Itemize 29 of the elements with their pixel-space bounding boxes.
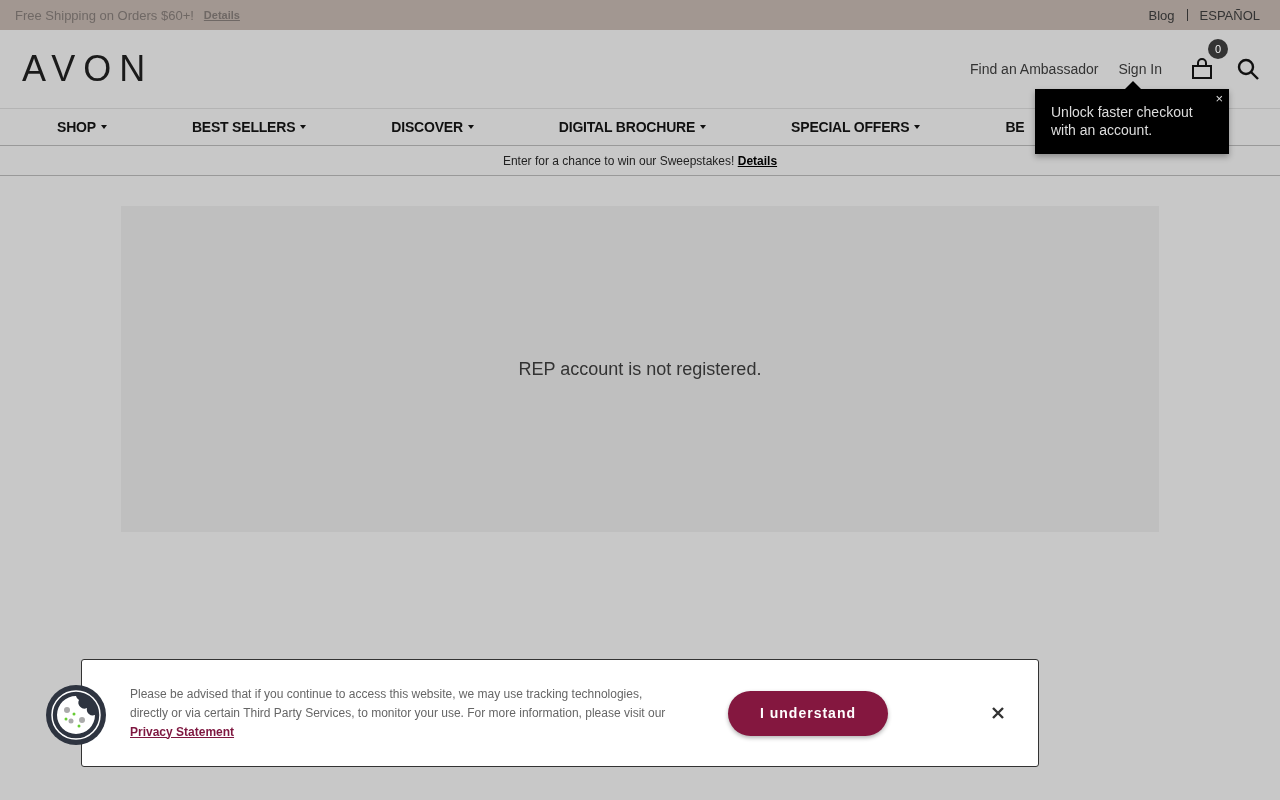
sweepstakes-text: Enter for a chance to win our Sweepstakes! Details <box>502 153 778 168</box>
nav-menu-item[interactable]: BEST SELLERS <box>191 119 307 135</box>
close-button[interactable]: × <box>1215 91 1223 106</box>
details-link[interactable]: Details <box>737 153 778 168</box>
shopping-bag-icon[interactable] <box>1190 57 1214 81</box>
nav-menu-item[interactable]: SHOP <box>57 119 107 135</box>
cart-count-badge: 0 <box>1208 39 1228 59</box>
caret-icon <box>914 125 921 129</box>
cookie-notice-text: Please be advised that if you continue to access this website, we may use tracking technologies, directly or via certain Third Party Services, to monitor your use. For more information, please visit our Privacy Statement <box>130 685 667 741</box>
close-icon[interactable] <box>992 707 1004 719</box>
privacy-statement-link[interactable]: Privacy Statement <box>130 724 235 739</box>
tooltip-text: Unlock faster checkout with an account. <box>1051 103 1194 139</box>
header-link[interactable]: Sign In <box>1118 61 1162 77</box>
search-icon[interactable] <box>1236 57 1260 81</box>
top-link[interactable]: Blog <box>1148 7 1175 23</box>
top-link[interactable]: ESPAÑOL <box>1199 7 1260 23</box>
header-link[interactable]: Find an Ambassador <box>970 61 1099 77</box>
understand-button[interactable]: I understand <box>728 690 888 736</box>
caret-icon <box>700 125 707 129</box>
cookie-icon[interactable] <box>45 684 107 746</box>
caret-icon <box>300 125 307 129</box>
nav-menu-item[interactable]: BE <box>1005 119 1025 135</box>
caret-icon <box>100 125 107 129</box>
nav-menu-item[interactable]: DISCOVER <box>391 119 474 135</box>
nav-menu-item[interactable]: SPECIAL OFFERS <box>791 119 921 135</box>
error-message: REP account is not registered. <box>518 358 762 380</box>
logo[interactable]: AVON <box>22 48 154 90</box>
caret-icon <box>467 125 474 129</box>
nav-menu-item[interactable]: DIGITAL BROCHURE <box>558 119 707 135</box>
